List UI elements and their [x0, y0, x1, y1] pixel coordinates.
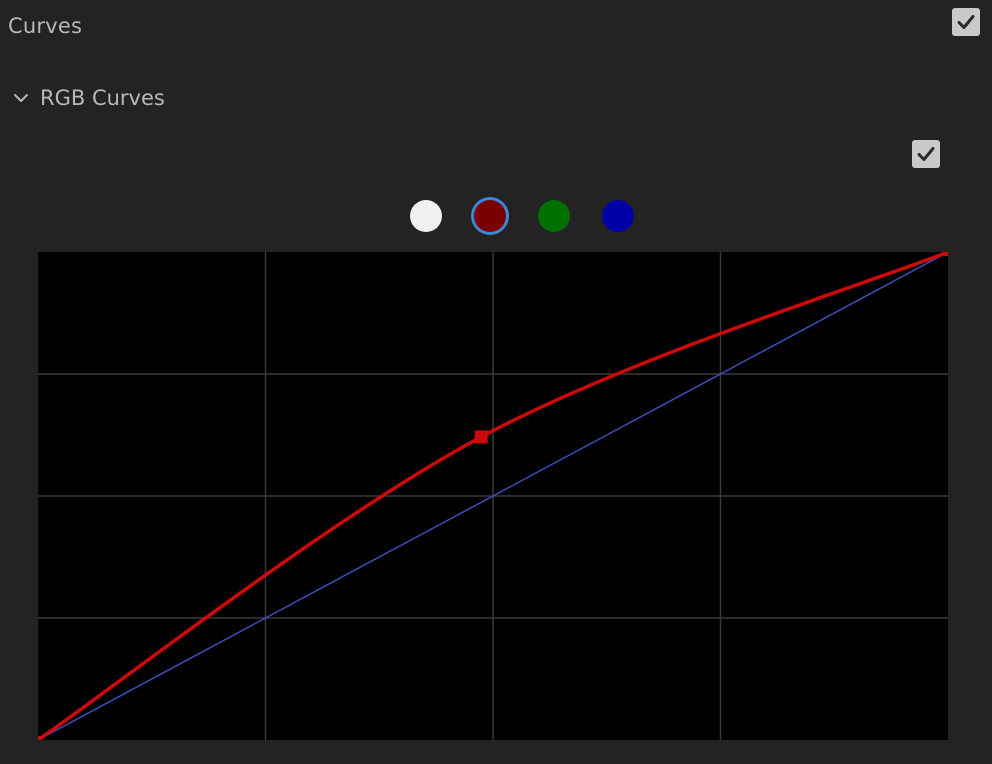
- chevron-down-icon: [14, 94, 28, 102]
- channel-selector: [408, 198, 638, 234]
- channel-swatch-blue[interactable]: [602, 200, 634, 232]
- curve-control-point[interactable]: [38, 736, 42, 740]
- curves-enable-checkbox[interactable]: [952, 8, 980, 36]
- channel-swatch-green[interactable]: [538, 200, 570, 232]
- curve-control-point[interactable]: [474, 430, 488, 444]
- curves-section-title: Curves: [8, 14, 83, 38]
- curve-editor[interactable]: [38, 252, 948, 740]
- rgb-curves-enable-checkbox[interactable]: [912, 140, 940, 168]
- curve-graph[interactable]: [38, 252, 948, 740]
- checkmark-icon: [917, 147, 935, 161]
- rgb-curves-label: RGB Curves: [40, 86, 165, 110]
- checkmark-icon: [957, 15, 975, 29]
- curve-control-point[interactable]: [944, 252, 948, 256]
- channel-swatch-red[interactable]: [474, 200, 506, 232]
- rgb-curves-header[interactable]: RGB Curves: [12, 86, 165, 110]
- channel-swatch-master[interactable]: [410, 200, 442, 232]
